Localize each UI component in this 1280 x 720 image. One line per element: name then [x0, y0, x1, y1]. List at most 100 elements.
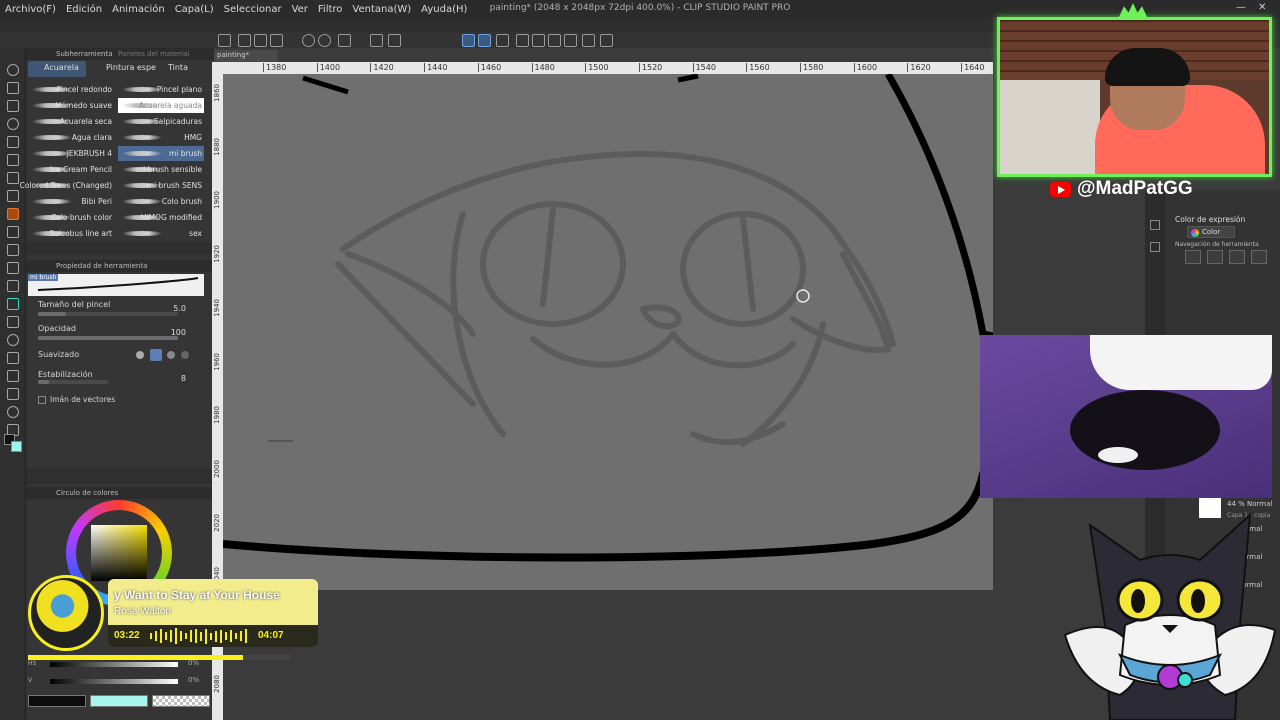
menu-ayuda[interactable]: Ayuda(H)	[416, 4, 472, 15]
open-file-icon[interactable]	[254, 34, 267, 47]
decoration-tool-icon[interactable]	[7, 244, 19, 256]
pencil-tool-icon[interactable]	[7, 190, 19, 202]
nav-tool-1-icon[interactable]	[1185, 250, 1201, 264]
menu-capa[interactable]: Capa(L)	[170, 4, 219, 15]
tab-acuarela[interactable]: Acuarela	[28, 61, 86, 77]
tab-pintura-espesa[interactable]: Pintura espe	[90, 61, 156, 77]
brush-item[interactable]: HMG	[118, 130, 204, 145]
panel-toggle-1-icon[interactable]	[1150, 220, 1160, 230]
brush-item[interactable]: mi brush	[118, 146, 204, 161]
brush-item[interactable]: mi brush SENS	[118, 178, 204, 193]
flip-icon[interactable]	[532, 34, 545, 47]
transform-icon[interactable]	[370, 34, 383, 47]
new-file-icon[interactable]	[238, 34, 251, 47]
eyedropper-tool-icon[interactable]	[7, 154, 19, 166]
tab-subherramienta[interactable]: Subherramienta	[56, 50, 113, 58]
move-tool-icon[interactable]	[7, 100, 19, 112]
lasso-tool-icon[interactable]	[7, 118, 19, 130]
vector-magnet-checkbox[interactable]	[38, 396, 46, 404]
brush-item[interactable]: Acuarela aguada	[118, 98, 204, 113]
tab-materiales[interactable]: Paneles del material	[118, 50, 189, 58]
menu-edicion[interactable]: Edición	[61, 4, 107, 15]
undo-icon[interactable]	[302, 34, 315, 47]
brush-label: Pincel plano	[156, 85, 202, 94]
menu-seleccionar[interactable]: Seleccionar	[219, 4, 287, 15]
airbrush-tool-icon[interactable]	[7, 226, 19, 238]
brush-item[interactable]: Húmedo suave	[28, 98, 114, 113]
sub-color-bar[interactable]	[90, 695, 148, 707]
stabilization-slider[interactable]	[38, 380, 108, 384]
snap-special-icon[interactable]	[496, 34, 509, 47]
youtube-handle-text: @MadPatGG	[1077, 178, 1193, 199]
color-expression-dropdown[interactable]: Color	[1187, 226, 1235, 238]
brush-item[interactable]: sex	[118, 226, 204, 241]
nav-tool-2-icon[interactable]	[1207, 250, 1223, 264]
zoom-fit-icon[interactable]	[548, 34, 561, 47]
figure-tool-icon[interactable]	[7, 334, 19, 346]
zoom-tool-icon[interactable]	[7, 64, 19, 76]
document-tab[interactable]: painting*	[214, 50, 278, 62]
brush-item[interactable]: Salpicaduras	[118, 114, 204, 129]
ruler-tool-icon[interactable]	[7, 370, 19, 382]
panel-toggle-2-icon[interactable]	[1150, 242, 1160, 252]
balloon-tool-icon[interactable]	[7, 406, 19, 418]
menu-filtro[interactable]: Filtro	[313, 4, 348, 15]
brush-item[interactable]: Pincel plano	[118, 82, 204, 97]
blend-tool-icon[interactable]	[7, 280, 19, 292]
brush-item[interactable]: Colored Trees (Changed)	[20, 178, 114, 193]
close-icon[interactable]: ✕	[1258, 2, 1266, 13]
brush-tool-icon[interactable]	[7, 208, 19, 220]
menu-ventana[interactable]: Ventana(W)	[347, 4, 416, 15]
sub-color-swatch[interactable]	[11, 441, 22, 452]
pen-tool-icon[interactable]	[7, 172, 19, 184]
settings-icon[interactable]	[600, 34, 613, 47]
snap-ruler-icon[interactable]	[462, 34, 475, 47]
v-slider[interactable]	[50, 679, 178, 684]
hand-tool-icon[interactable]	[7, 82, 19, 94]
brush-item[interactable]: mi brush sensible	[118, 162, 204, 177]
fill-tool-icon[interactable]	[7, 298, 19, 310]
size-slider[interactable]	[38, 312, 178, 316]
frame-tool-icon[interactable]	[7, 352, 19, 364]
menu-ver[interactable]: Ver	[287, 4, 313, 15]
crop-icon[interactable]	[388, 34, 401, 47]
brush-item[interactable]: Acuarela seca	[28, 114, 114, 129]
gradient-tool-icon[interactable]	[7, 316, 19, 328]
brush-item[interactable]: Agua clara	[28, 130, 114, 145]
palette-icon[interactable]	[582, 34, 595, 47]
opacity-value[interactable]: 100	[164, 328, 186, 337]
smoothing-selector[interactable]	[136, 349, 196, 361]
menu-archivo[interactable]: Archivo(F)	[0, 4, 61, 15]
clear-icon[interactable]	[338, 34, 351, 47]
minimize-icon[interactable]: —	[1236, 2, 1246, 13]
brush-item[interactable]: Colo brush color	[28, 210, 114, 225]
eraser-tool-icon[interactable]	[7, 262, 19, 274]
main-color-bar[interactable]	[28, 695, 86, 707]
brush-item[interactable]: Ice Cream Pencil	[28, 162, 114, 177]
hs-slider[interactable]	[50, 662, 178, 667]
brush-item[interactable]: JEKBRUSH 4	[28, 146, 114, 161]
menu-animacion[interactable]: Animación	[107, 4, 170, 15]
nav-tool-3-icon[interactable]	[1229, 250, 1245, 264]
lighting-icon[interactable]	[564, 34, 577, 47]
wand-tool-icon[interactable]	[7, 136, 19, 148]
save-icon[interactable]	[270, 34, 283, 47]
size-value[interactable]: 5.0	[164, 304, 186, 313]
brush-item[interactable]: Pincel redondo	[28, 82, 114, 97]
nav-tool-4-icon[interactable]	[1251, 250, 1267, 264]
saturation-square[interactable]	[91, 525, 147, 581]
snap-grid-icon[interactable]	[478, 34, 491, 47]
tab-tinta[interactable]: Tinta	[152, 61, 202, 77]
brush-item[interactable]: HIMOG modified	[118, 210, 204, 225]
redo-icon[interactable]	[318, 34, 331, 47]
brush-item[interactable]: Bibi Peri	[28, 194, 114, 209]
text-tool-icon[interactable]	[7, 388, 19, 400]
clip-studio-icon[interactable]	[218, 34, 231, 47]
transparent-color-bar[interactable]	[152, 695, 210, 707]
opacity-slider[interactable]	[38, 336, 178, 340]
drawing-canvas[interactable]	[223, 74, 993, 590]
stabilization-value[interactable]: 8	[164, 374, 186, 383]
rotate-icon[interactable]	[516, 34, 529, 47]
brush-item[interactable]: Colo brush	[118, 194, 204, 209]
brush-item[interactable]: Suicobus line art	[28, 226, 114, 241]
